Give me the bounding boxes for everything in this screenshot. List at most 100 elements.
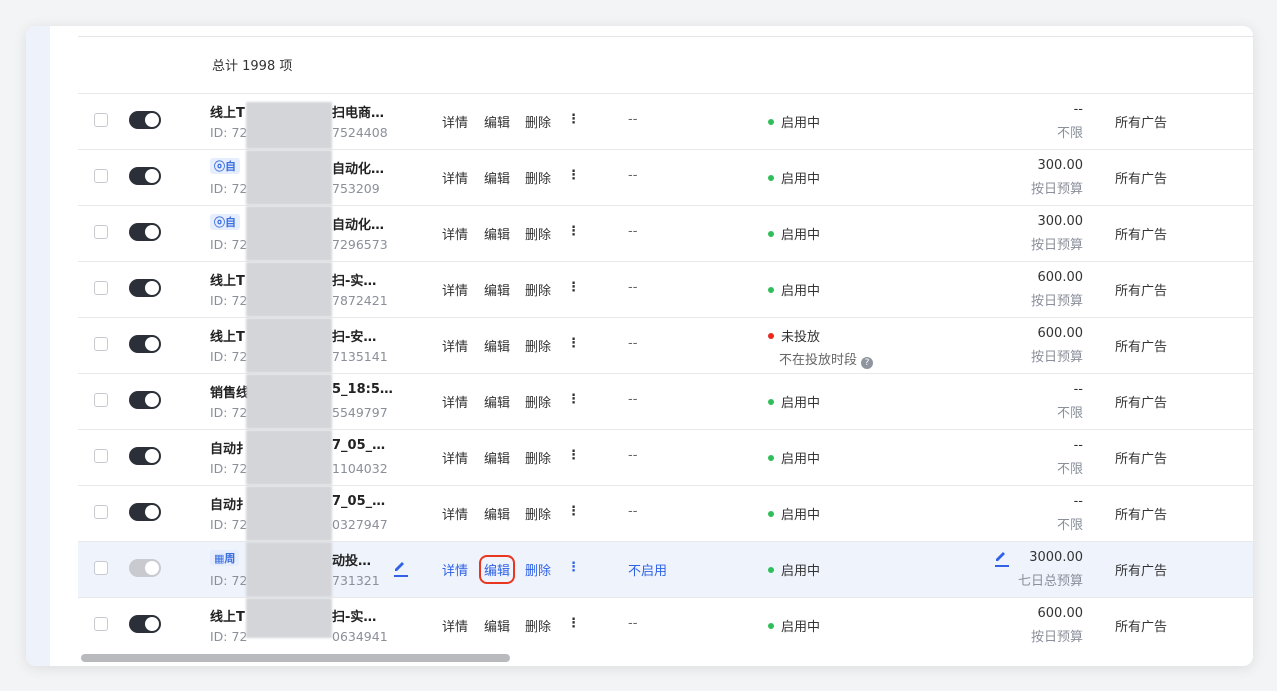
table-row[interactable]: 销售线 ID: 72 5_18:5… 5549797 详情 编辑 删除 ⋮ -- 启用中 -- 不限所… <box>78 373 1253 429</box>
row-id-end: 0327947 <box>332 517 388 532</box>
delete-link[interactable]: 删除 <box>525 168 551 187</box>
row-enable-toggle[interactable] <box>129 615 161 633</box>
row-checkbox[interactable] <box>94 113 108 127</box>
detail-link[interactable]: 详情 <box>442 616 468 635</box>
delete-link[interactable]: 删除 <box>525 448 551 467</box>
edit-link[interactable]: 编辑 <box>484 392 510 411</box>
row-checkbox[interactable] <box>94 617 108 631</box>
row-checkbox[interactable] <box>94 505 108 519</box>
delete-link[interactable]: 删除 <box>525 616 551 635</box>
row-enable-toggle[interactable] <box>129 279 161 297</box>
redacted-blur <box>246 318 332 373</box>
detail-link[interactable]: 详情 <box>442 168 468 187</box>
toggle-knob <box>145 337 159 351</box>
row-enable-toggle[interactable] <box>129 559 161 577</box>
row-enable-toggle[interactable] <box>129 503 161 521</box>
more-vertical-icon[interactable]: ⋮ <box>567 392 580 407</box>
status-dot <box>768 333 774 339</box>
more-vertical-icon[interactable]: ⋮ <box>567 336 580 351</box>
row-id-end: 0634941 <box>332 629 388 644</box>
detail-link[interactable]: 详情 <box>442 112 468 131</box>
edit-link[interactable]: 编辑 <box>484 336 510 355</box>
row-name-end: 5_18:5… <box>332 382 393 397</box>
row-name-start: 线上T <box>210 330 245 345</box>
budget-cell: -- 不限 <box>1057 382 1083 421</box>
more-vertical-icon[interactable]: ⋮ <box>567 616 580 631</box>
toggle-knob <box>145 393 159 407</box>
table-row[interactable]: 线上T ID: 72 扫电商… 7524408 详情 编辑 删除 ⋮ -- 启用中 -- 不限 所有广告 <box>78 93 1253 149</box>
detail-link[interactable]: 详情 <box>442 504 468 523</box>
row-enable-toggle[interactable] <box>129 447 161 465</box>
more-vertical-icon[interactable]: ⋮ <box>567 280 580 295</box>
table-row[interactable]: ⓞ自 ID: 72 自动化… 753209 详情 编辑 删除 ⋮ -- 启用中 300.00 按日预算… <box>78 149 1253 205</box>
table-row[interactable]: ⓞ自 ID: 72 自动化… 7296573 详情 编辑 删除 ⋮ -- 启用中 300.00 按日预… <box>78 205 1253 261</box>
detail-link[interactable]: 详情 <box>442 336 468 355</box>
status-dot <box>768 119 774 125</box>
more-vertical-icon[interactable]: ⋮ <box>567 504 580 519</box>
row-setting[interactable]: 不启用 <box>628 560 667 579</box>
row-checkbox[interactable] <box>94 337 108 351</box>
row-checkbox[interactable] <box>94 449 108 463</box>
table-row[interactable]: 自动扌 ID: 72 7_05_… 1104032 详情 编辑 删除 ⋮ -- 启用中 -- 不限 所有… <box>78 429 1253 485</box>
left-sidebar-strip <box>26 26 50 666</box>
detail-link[interactable]: 详情 <box>442 560 468 579</box>
status-badge: 启用中 <box>768 112 820 131</box>
edit-link[interactable]: 编辑 <box>484 224 510 243</box>
detail-link[interactable]: 详情 <box>442 280 468 299</box>
horizontal-scrollbar[interactable] <box>81 654 510 662</box>
edit-link[interactable]: 编辑 <box>484 280 510 299</box>
status-detail: 不在投放时段? <box>779 349 874 369</box>
delete-link[interactable]: 删除 <box>525 504 551 523</box>
detail-link[interactable]: 详情 <box>442 448 468 467</box>
row-checkbox[interactable] <box>94 281 108 295</box>
toggle-knob <box>145 617 159 631</box>
delete-link[interactable]: 删除 <box>525 112 551 131</box>
row-tag: ⓞ自 <box>210 158 240 174</box>
table-row[interactable]: 线上T ID: 72 扫-安… 7135141 详情 编辑 删除 ⋮ -- 未投放 不在投放时段? 6… <box>78 317 1253 373</box>
edit-link[interactable]: 编辑 <box>484 504 510 523</box>
detail-link[interactable]: 详情 <box>442 224 468 243</box>
ad-scope: 所有广告 <box>1115 396 1168 411</box>
budget-cell: 600.00 按日预算 <box>1031 270 1083 309</box>
row-enable-toggle[interactable] <box>129 167 161 185</box>
budget-value: 300.00 <box>1037 214 1084 229</box>
delete-link[interactable]: 删除 <box>525 560 551 579</box>
more-vertical-icon[interactable]: ⋮ <box>567 224 580 239</box>
more-vertical-icon[interactable]: ⋮ <box>567 448 580 463</box>
delete-link[interactable]: 删除 <box>525 336 551 355</box>
table-row[interactable]: ▦周 ID: 72 动投… 731321 详情 编辑 删除 ⋮ 不启用 启用中 3000.00 七日总… <box>78 541 1253 597</box>
row-name-end: 扫-实… <box>332 610 377 625</box>
row-checkbox[interactable] <box>94 561 108 575</box>
row-enable-toggle[interactable] <box>129 391 161 409</box>
row-enable-toggle[interactable] <box>129 335 161 353</box>
edit-link[interactable]: 编辑 <box>484 112 510 131</box>
campaign-table: 总计 1998 项 线上T ID: 72 扫电商… 7524408 详情 编辑 删除 ⋮ -- 启… <box>78 36 1253 651</box>
pencil-icon[interactable] <box>394 560 408 577</box>
row-setting: -- <box>628 280 638 295</box>
table-row[interactable]: 自动扌 ID: 72 7_05_… 0327947 详情 编辑 删除 ⋮ -- 启用中 -- 不限 所有… <box>78 485 1253 541</box>
redacted-blur <box>246 430 332 485</box>
table-row[interactable]: 线上T ID: 72 扫-实… 7872421 详情 编辑 删除 ⋮ -- 启用中 600.00 按日… <box>78 261 1253 317</box>
edit-link[interactable]: 编辑 <box>484 168 510 187</box>
more-vertical-icon[interactable]: ⋮ <box>567 112 580 127</box>
row-checkbox[interactable] <box>94 393 108 407</box>
more-vertical-icon[interactable]: ⋮ <box>567 168 580 183</box>
edit-link[interactable]: 编辑 <box>484 448 510 467</box>
help-circle-icon[interactable]: ? <box>861 357 874 369</box>
row-checkbox[interactable] <box>94 225 108 239</box>
delete-link[interactable]: 删除 <box>525 392 551 411</box>
row-enable-toggle[interactable] <box>129 223 161 241</box>
table-row[interactable]: 线上T ID: 72 扫-实… 0634941 详情 编辑 删除 ⋮ -- 启用中 600.00 按日… <box>78 597 1253 651</box>
delete-link[interactable]: 删除 <box>525 280 551 299</box>
pencil-icon[interactable] <box>995 550 1009 567</box>
row-checkbox[interactable] <box>94 169 108 183</box>
detail-link[interactable]: 详情 <box>442 392 468 411</box>
edit-link[interactable]: 编辑 <box>478 555 516 584</box>
status-dot <box>768 231 774 237</box>
status-dot <box>768 455 774 461</box>
status-text: 启用中 <box>781 564 821 579</box>
row-enable-toggle[interactable] <box>129 111 161 129</box>
delete-link[interactable]: 删除 <box>525 224 551 243</box>
more-vertical-icon[interactable]: ⋮ <box>567 560 580 575</box>
edit-link[interactable]: 编辑 <box>484 616 510 635</box>
